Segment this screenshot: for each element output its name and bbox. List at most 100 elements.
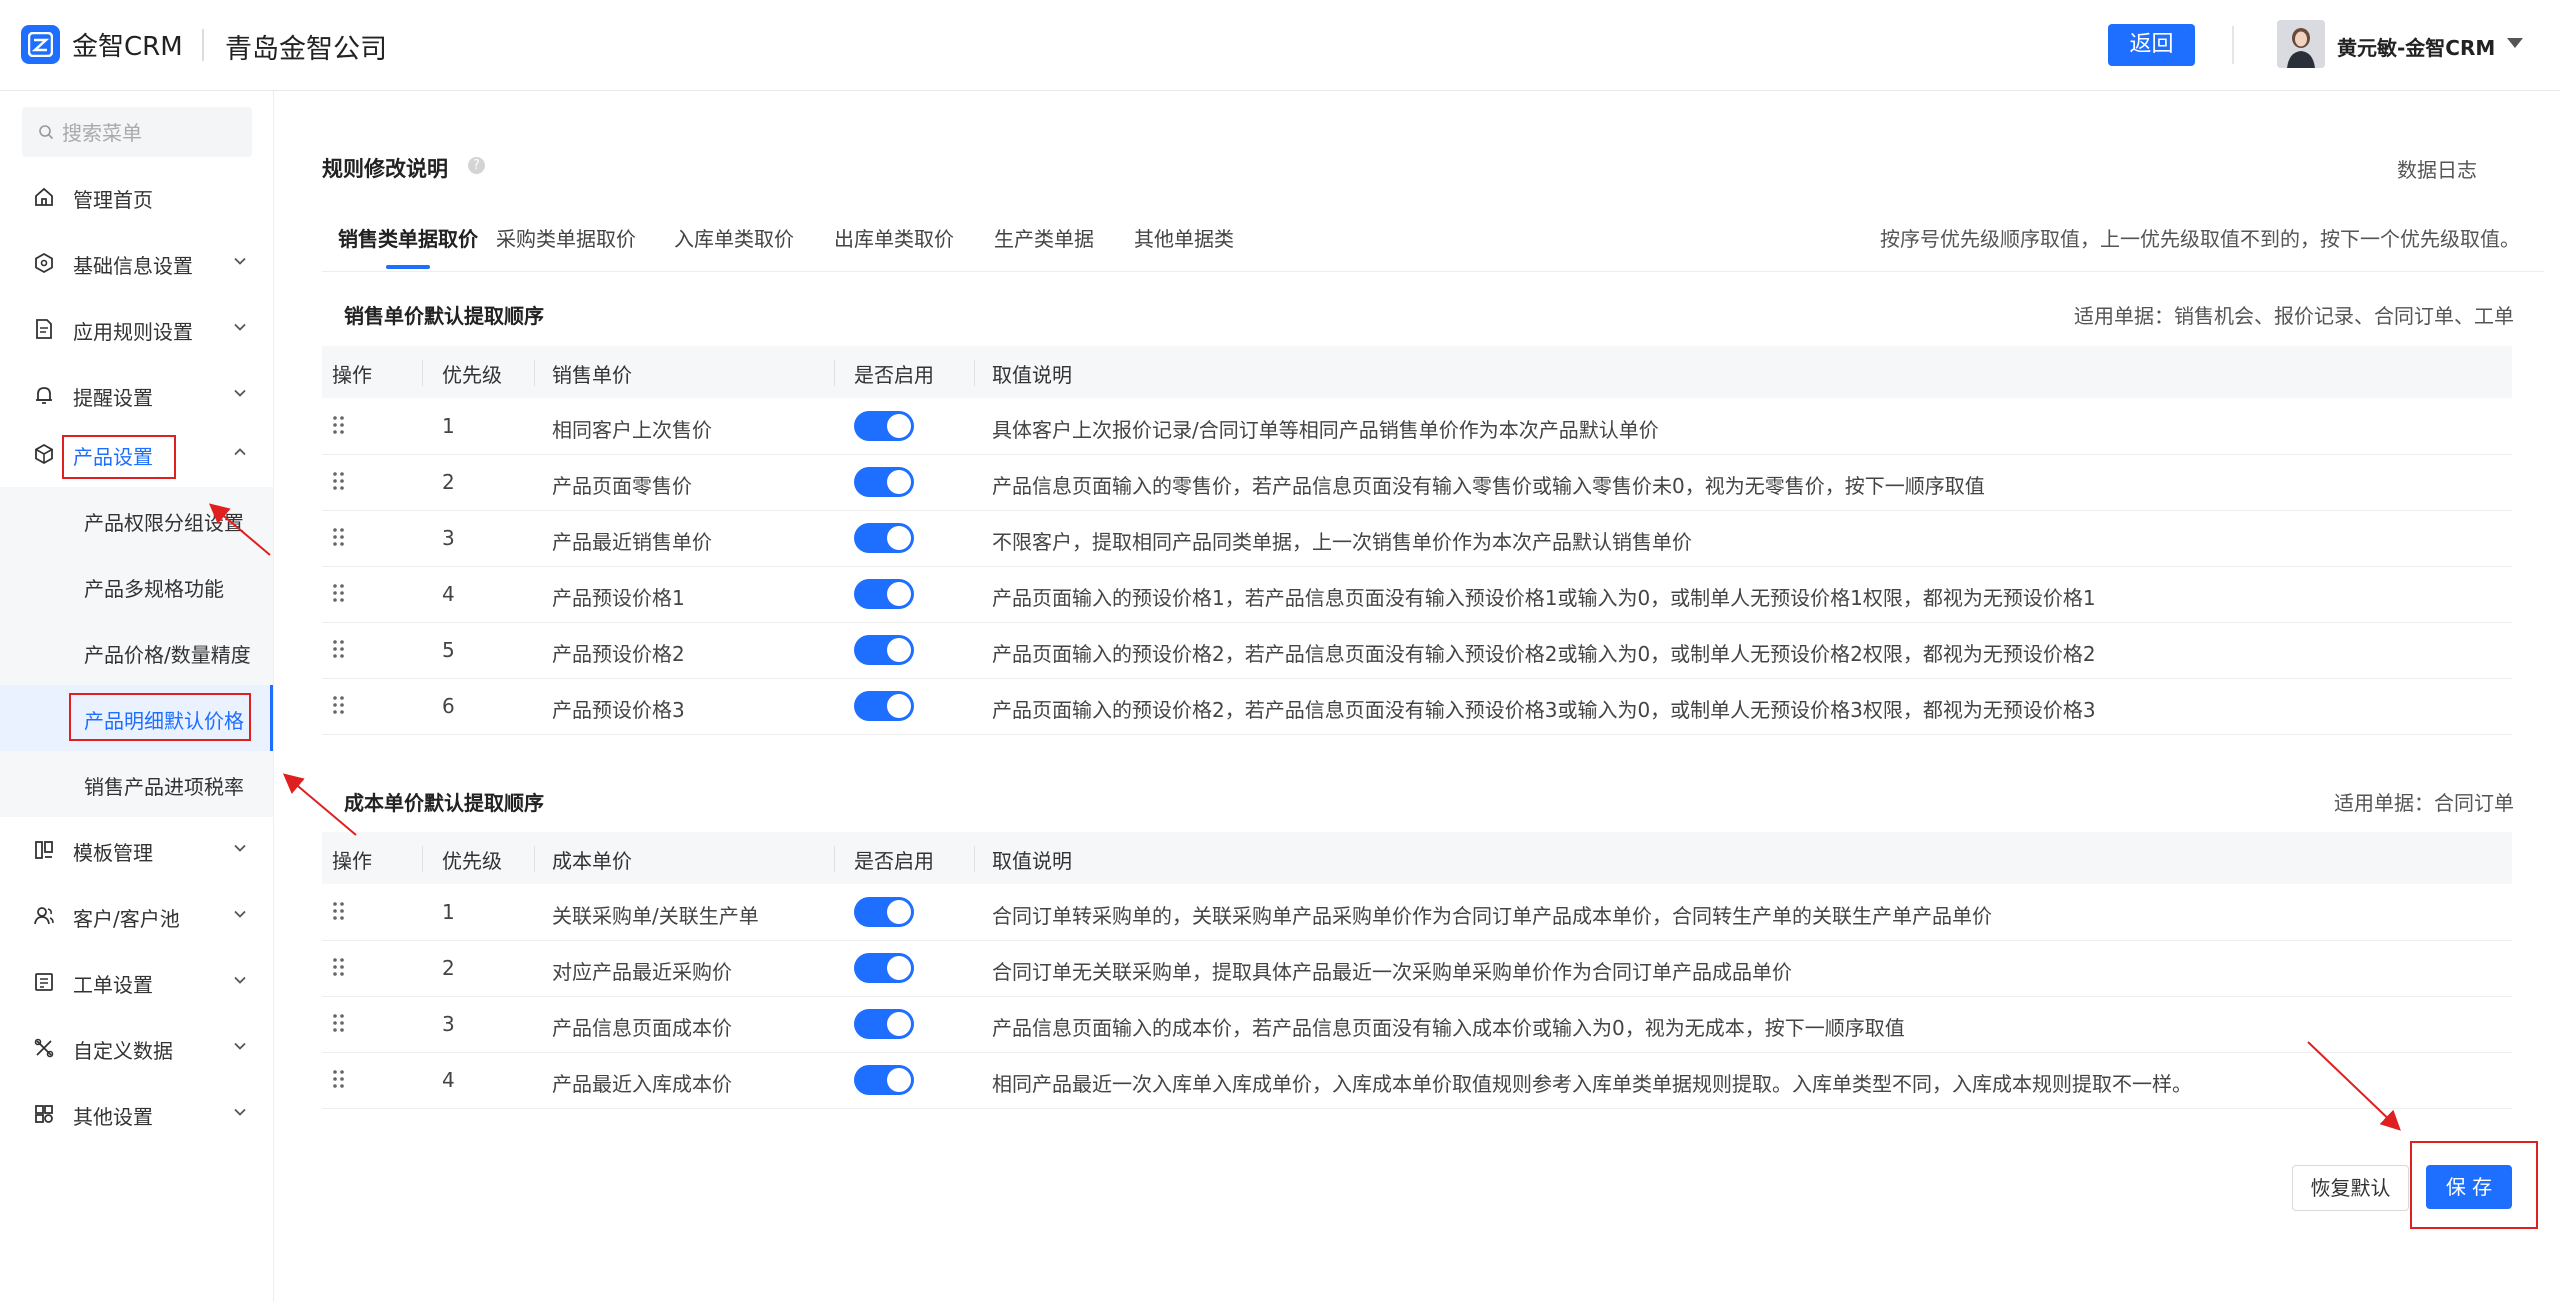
- price-name-cell: 产品预设价格2: [552, 642, 685, 666]
- document-icon: [36, 319, 52, 339]
- tab-sales-pricing[interactable]: 销售类单据取价: [338, 223, 478, 252]
- price-name-cell: 产品信息页面成本价: [552, 1016, 732, 1040]
- sidebar-item-app-rules[interactable]: 应用规则设置: [0, 296, 273, 362]
- enable-toggle[interactable]: [854, 897, 914, 927]
- apps-icon: [35, 1105, 53, 1123]
- user-name[interactable]: 黄元敏-金智CRM: [2337, 32, 2495, 61]
- tab-inbound-pricing[interactable]: 入库单类取价: [674, 223, 794, 252]
- drag-handle-icon[interactable]: [332, 695, 346, 715]
- enable-toggle[interactable]: [854, 411, 914, 441]
- column-header: 成本单价: [552, 849, 632, 873]
- tab-purchase-pricing[interactable]: 采购类单据取价: [496, 223, 636, 252]
- priority-cell: 2: [442, 956, 455, 980]
- toggle-knob: [887, 956, 911, 980]
- drag-handle-icon[interactable]: [332, 957, 346, 977]
- drag-handle-icon[interactable]: [332, 1013, 346, 1033]
- company-name: 青岛金智公司: [225, 34, 387, 65]
- product-submenu: 产品权限分组设置 产品多规格功能 产品价格/数量精度 产品明细默认价格 销售产品…: [0, 487, 273, 817]
- brand-name: 金智CRM: [72, 32, 183, 62]
- description-cell: 相同产品最近一次入库单入库成单价，入库成本单价取值规则参考入库单类单据规则提取。…: [992, 1072, 2192, 1096]
- tab-other-docs[interactable]: 其他单据类: [1134, 223, 1234, 252]
- drag-handle-icon[interactable]: [332, 901, 346, 921]
- enable-toggle[interactable]: [854, 1009, 914, 1039]
- tab-outbound-pricing[interactable]: 出库单类取价: [834, 223, 954, 252]
- submenu-item-label: 产品多规格功能: [84, 577, 224, 601]
- drag-handle-icon[interactable]: [332, 415, 346, 435]
- sidebar-item-custom-data[interactable]: 自定义数据: [0, 1015, 273, 1081]
- column-divider: [422, 360, 423, 386]
- annotation-highlight-box: [69, 693, 251, 741]
- enable-toggle[interactable]: [854, 523, 914, 553]
- table-header: 操作 优先级 成本单价 是否启用 取值说明: [322, 832, 2512, 884]
- price-name-cell: 相同客户上次售价: [552, 418, 712, 442]
- help-icon[interactable]: ?: [468, 157, 485, 174]
- sidebar: 管理首页 基础信息设置 应用规则设置 提醒设置 产品设置 产品权限分组设置 产品…: [0, 91, 274, 1302]
- column-header: 优先级: [442, 363, 502, 387]
- template-icon: [35, 841, 53, 859]
- priority-cell: 1: [442, 900, 455, 924]
- back-button[interactable]: 返回: [2108, 24, 2195, 66]
- search-icon: [39, 125, 54, 140]
- price-name-cell: 产品最近入库成本价: [552, 1072, 732, 1096]
- toggle-knob: [887, 470, 911, 494]
- sidebar-item-label: 工单设置: [73, 973, 153, 997]
- section-note: 适用单据：合同订单: [2334, 791, 2514, 815]
- column-header: 销售单价: [552, 363, 632, 387]
- sidebar-item-basic-info[interactable]: 基础信息设置: [0, 230, 273, 296]
- enable-toggle[interactable]: [854, 1065, 914, 1095]
- enable-toggle[interactable]: [854, 691, 914, 721]
- product-icon: [35, 443, 53, 465]
- caret-down-icon[interactable]: [2507, 38, 2523, 48]
- customers-icon: [34, 907, 54, 925]
- toggle-knob: [887, 1068, 911, 1092]
- description-cell: 产品页面输入的预设价格2，若产品信息页面没有输入预设价格2或输入为0，或制单人无…: [992, 642, 2096, 666]
- submenu-item-permission-groups[interactable]: 产品权限分组设置: [0, 487, 273, 553]
- drag-handle-icon[interactable]: [332, 471, 346, 491]
- description-cell: 产品信息页面输入的零售价，若产品信息页面没有输入零售价或输入零售价未0，视为无零…: [992, 474, 1985, 498]
- drag-handle-icon[interactable]: [332, 639, 346, 659]
- table-row: 1 关联采购单/关联生产单 合同订单转采购单的，关联采购单产品采购单价作为合同订…: [322, 884, 2512, 941]
- tab-bar: 销售类单据取价 采购类单据取价 入库单类取价 出库单类取价 生产类单据 其他单据…: [322, 213, 2544, 272]
- restore-default-button[interactable]: 恢复默认: [2292, 1165, 2409, 1211]
- submenu-item-input-tax[interactable]: 销售产品进项税率: [0, 751, 273, 817]
- toggle-knob: [887, 694, 911, 718]
- price-name-cell: 产品预设价格1: [552, 586, 685, 610]
- submenu-item-label: 销售产品进项税率: [84, 775, 244, 799]
- sidebar-item-label: 自定义数据: [73, 1039, 173, 1063]
- section-title: 销售单价默认提取顺序: [344, 304, 544, 328]
- sidebar-item-workorder[interactable]: 工单设置: [0, 949, 273, 1015]
- data-log-link[interactable]: 数据日志: [2397, 154, 2477, 183]
- search-input[interactable]: [60, 117, 244, 149]
- tab-production[interactable]: 生产类单据: [994, 223, 1094, 252]
- enable-toggle[interactable]: [854, 635, 914, 665]
- sidebar-item-home[interactable]: 管理首页: [0, 164, 273, 230]
- enable-toggle[interactable]: [854, 579, 914, 609]
- sidebar-item-reminder[interactable]: 提醒设置: [0, 362, 273, 428]
- toggle-knob: [887, 526, 911, 550]
- sidebar-item-customers[interactable]: 客户/客户池: [0, 883, 273, 949]
- sidebar-item-templates[interactable]: 模板管理: [0, 817, 273, 883]
- description-cell: 产品页面输入的预设价格2，若产品信息页面没有输入预设价格3或输入为0，或制单人无…: [992, 698, 2096, 722]
- section-note: 适用单据：销售机会、报价记录、合同订单、工单: [2074, 304, 2514, 328]
- column-divider: [422, 846, 423, 872]
- column-header: 是否启用: [854, 849, 934, 873]
- sidebar-item-other[interactable]: 其他设置: [0, 1081, 273, 1147]
- drag-handle-icon[interactable]: [332, 527, 346, 547]
- enable-toggle[interactable]: [854, 953, 914, 983]
- bell-icon: [36, 387, 52, 404]
- drag-handle-icon[interactable]: [332, 583, 346, 603]
- menu-search[interactable]: [22, 107, 252, 157]
- submenu-item-multi-spec[interactable]: 产品多规格功能: [0, 553, 273, 619]
- avatar[interactable]: [2277, 20, 2325, 68]
- priority-cell: 4: [442, 582, 455, 606]
- drag-handle-icon[interactable]: [332, 1069, 346, 1089]
- price-name-cell: 关联采购单/关联生产单: [552, 904, 759, 928]
- main-content: 规则修改说明 ? 数据日志 销售类单据取价 采购类单据取价 入库单类取价 出库单…: [274, 91, 2560, 1302]
- column-divider: [974, 846, 975, 872]
- column-divider: [974, 360, 975, 386]
- table-row: 4 产品预设价格1 产品页面输入的预设价格1，若产品信息页面没有输入预设价格1或…: [322, 566, 2512, 623]
- submenu-item-precision[interactable]: 产品价格/数量精度: [0, 619, 273, 685]
- enable-toggle[interactable]: [854, 467, 914, 497]
- logo-icon: [21, 25, 60, 64]
- priority-cell: 3: [442, 1012, 455, 1036]
